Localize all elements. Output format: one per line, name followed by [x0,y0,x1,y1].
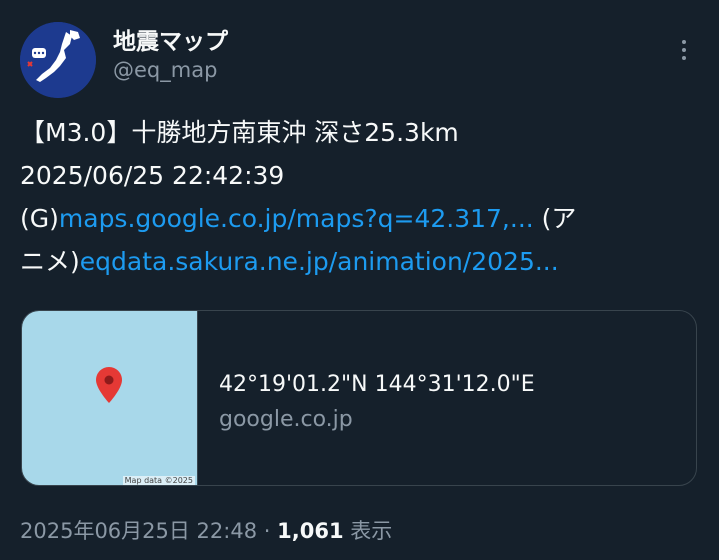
tweet-text: 【M3.0】十勝地方南東沖 深さ25.3km 2025/06/25 22:42:… [20,111,700,283]
account-handle[interactable]: @eq_map [113,58,217,82]
animation-link-prefix-part2: ニメ) [20,247,80,276]
map-pin-icon [96,367,122,403]
japan-map-icon [20,22,96,98]
tweet-line-datetime: 2025/06/25 22:42:39 [20,161,285,190]
meta-separator: · [257,519,278,543]
animation-link[interactable]: eqdata.sakura.ne.jp/animation/2025... [80,247,559,276]
tweet-line-headline: 【M3.0】十勝地方南東沖 深さ25.3km [20,118,459,147]
card-domain: google.co.jp [219,407,353,432]
tweet-line-google-link: (G)maps.google.co.jp/maps?q=42.317,... (… [20,197,700,240]
view-count[interactable]: 1,061 [277,519,343,543]
card-coordinates: 42°19'01.2"N 144°31'12.0"E [219,372,535,397]
google-maps-link[interactable]: maps.google.co.jp/maps?q=42.317,... [59,204,534,233]
card-divider [197,311,198,485]
views-label: 表示 [343,519,393,543]
more-options-icon[interactable] [672,36,696,64]
tweet-line-animation-link: ニメ)eqdata.sakura.ne.jp/animation/2025... [20,240,700,283]
animation-link-prefix-part1: (ア [533,204,577,233]
tweet-timestamp[interactable]: 2025年06月25日 22:48 [20,519,257,543]
account-name[interactable]: 地震マップ [113,22,228,56]
tweet-meta: 2025年06月25日 22:48 · 1,061 表示 [20,515,392,545]
avatar[interactable] [20,22,96,98]
map-thumbnail: Map data ©2025 [22,311,197,485]
link-preview-card[interactable]: Map data ©2025 42°19'01.2"N 144°31'12.0"… [21,310,697,486]
map-attribution: Map data ©2025 [122,476,195,485]
google-link-prefix: (G) [20,204,59,233]
